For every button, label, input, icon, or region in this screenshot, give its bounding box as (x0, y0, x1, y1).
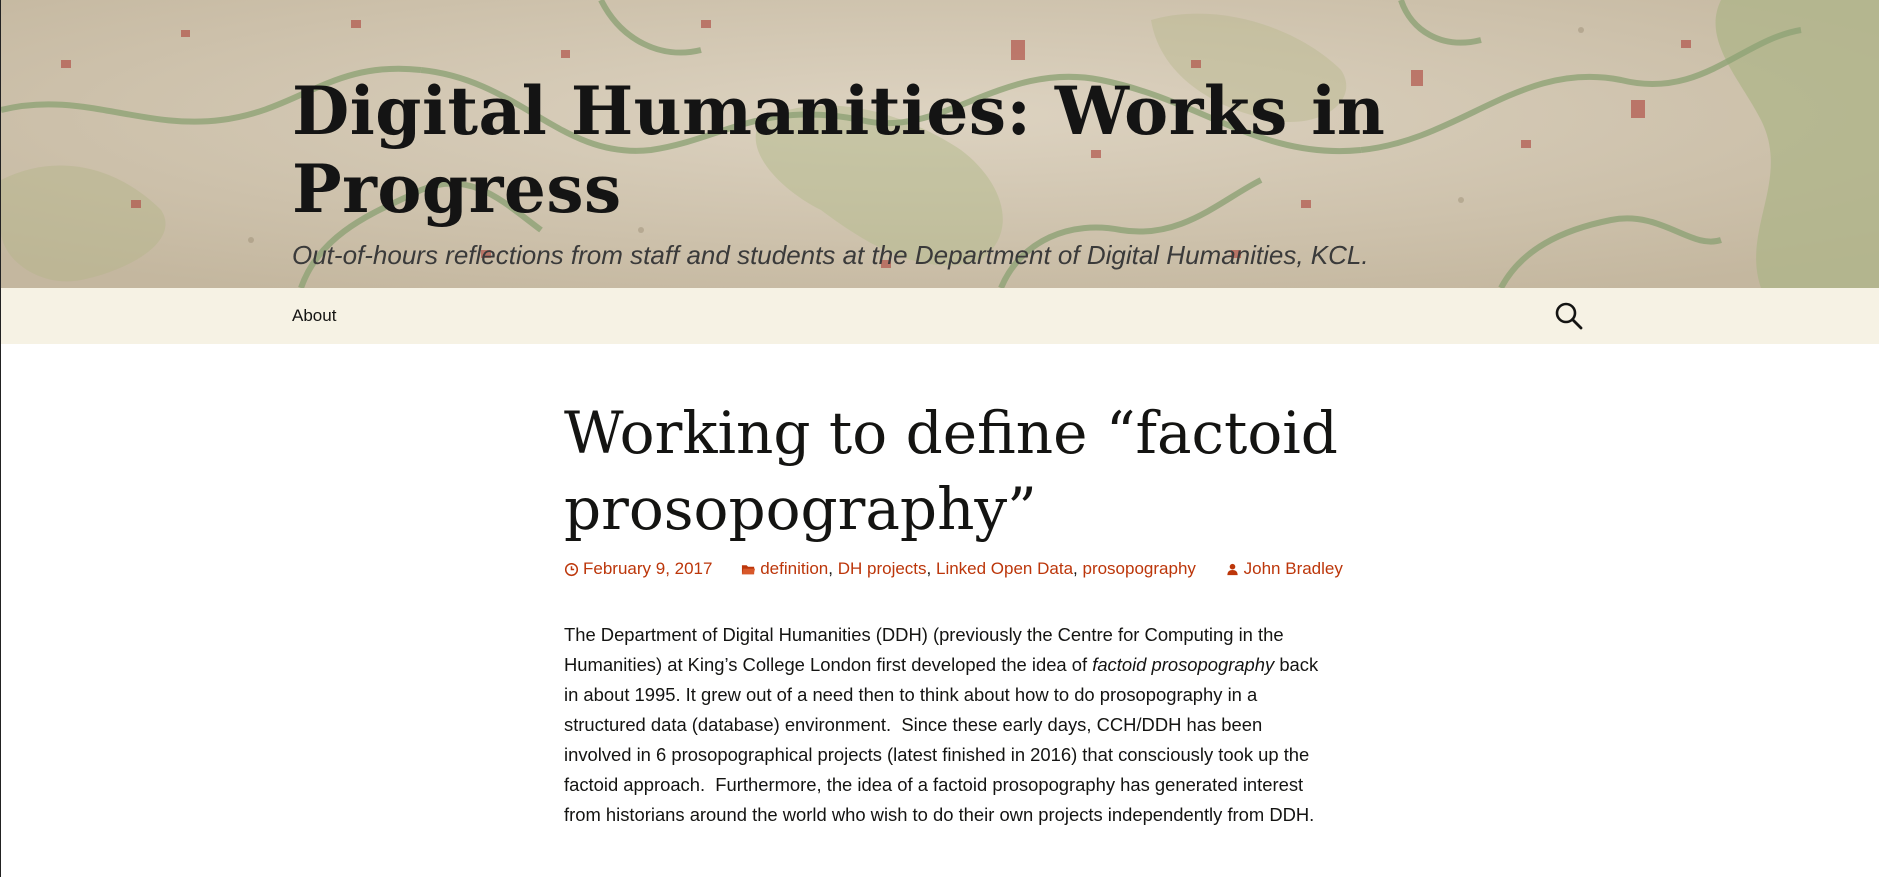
category-link-definition[interactable]: definition (760, 557, 828, 581)
folder-icon (742, 564, 756, 574)
main-navigation: About (1, 288, 1879, 344)
post-content-emphasis: factoid prosopography (1092, 654, 1275, 675)
search-button[interactable] (1553, 300, 1585, 332)
post-date-link[interactable]: February 9, 2017 (583, 557, 712, 581)
site-title[interactable]: Digital Humanities: Works in Progress (292, 72, 1492, 228)
post-content-text-continued: back in about 1995. It grew out of a nee… (564, 654, 1319, 825)
category-link-dh-projects[interactable]: DH projects (838, 557, 927, 581)
search-icon (1555, 302, 1583, 330)
category-separator: , (926, 559, 936, 578)
post-author: John Bradley (1225, 557, 1343, 581)
category-link-prosopography[interactable]: prosopography (1082, 557, 1195, 581)
person-icon (1226, 563, 1238, 575)
site-header[interactable]: Digital Humanities: Works in Progress Ou… (1, 0, 1879, 288)
post-meta: February 9, 2017 definition, DH projects… (564, 557, 1367, 584)
post-date: February 9, 2017 (564, 557, 712, 581)
post-categories: definition, DH projects, Linked Open Dat… (741, 557, 1196, 581)
nav-item-about[interactable]: About (292, 304, 336, 328)
category-separator: , (828, 559, 838, 578)
category-link-linked-open-data[interactable]: Linked Open Data (936, 557, 1073, 581)
site-description: Out-of-hours reflections from staff and … (292, 240, 1369, 270)
page: Digital Humanities: Works in Progress Ou… (0, 0, 1879, 877)
post-content: The Department of Digital Humanities (DD… (564, 620, 1334, 830)
clock-icon (564, 562, 579, 576)
author-link[interactable]: John Bradley (1244, 557, 1343, 581)
category-separator: , (1073, 559, 1083, 578)
post-title: Working to define “factoid prosopography… (564, 399, 1338, 543)
